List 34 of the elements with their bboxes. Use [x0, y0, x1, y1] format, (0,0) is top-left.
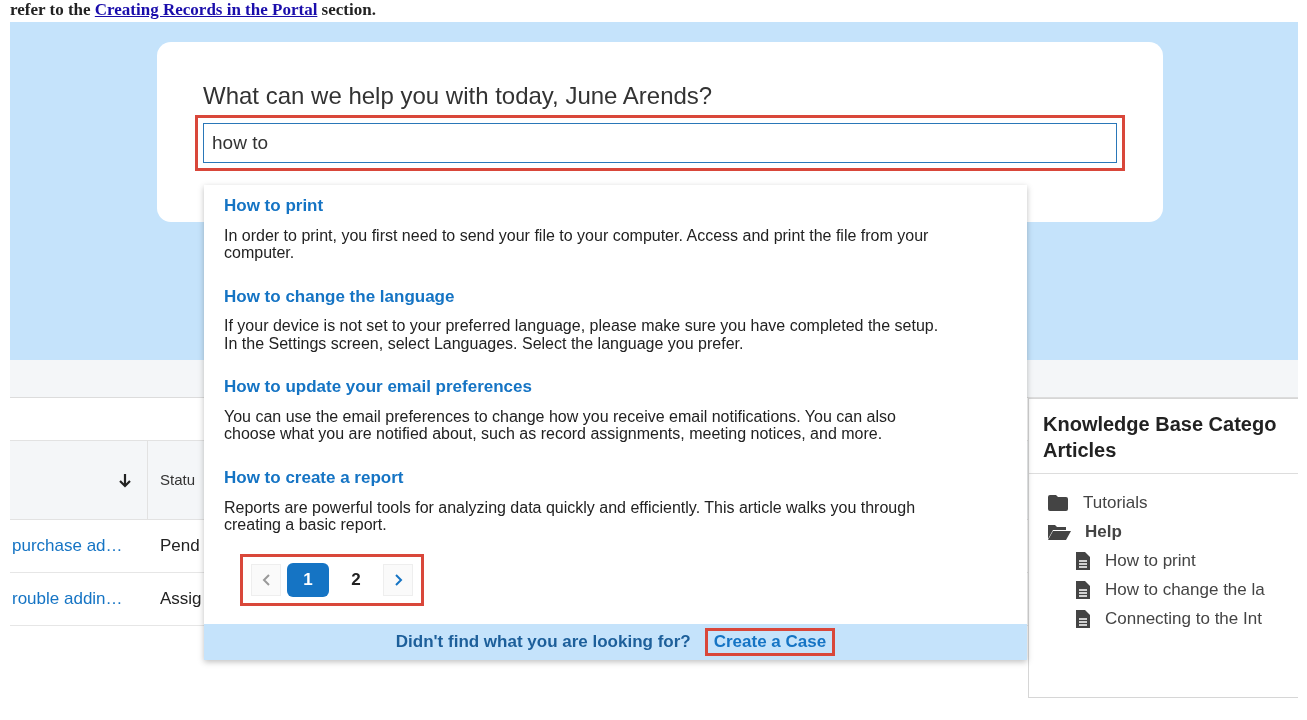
category-item[interactable]: Help [1085, 518, 1122, 545]
footer-question: Didn't find what you are looking for? [395, 631, 691, 653]
subject-link[interactable]: rouble addin… [12, 589, 123, 609]
result-title-link[interactable]: How to update your email preferences [224, 374, 1007, 400]
table-cell: Assig [160, 589, 202, 609]
create-case-link[interactable]: Create a Case [704, 627, 836, 656]
page-button[interactable]: 1 [287, 562, 329, 597]
panel-title: Knowledge Base Catego Articles [1029, 399, 1298, 474]
chevron-right-icon [392, 572, 404, 587]
result-snippet: Reports are powerful tools for analyzing data quickly and efficiently. This article walks you through creating a basic report. [224, 498, 917, 534]
article-link[interactable]: How to print [1105, 547, 1196, 574]
result-title-link[interactable]: How to create a report [224, 465, 1007, 491]
article-link[interactable]: How to change the la [1105, 576, 1265, 603]
article-link[interactable]: Connecting to the Int [1105, 605, 1262, 632]
chevron-left-icon [260, 572, 272, 587]
doc-paragraph: refer to the Creating Records in the Portal section. [10, 0, 376, 19]
document-icon [1075, 550, 1091, 571]
search-heading: What can we help you with today, June Arends? [203, 82, 714, 111]
result-snippet: You can use the email preferences to change how you receive email notifications. You can also choose what you are notified about, such as record assignments, meeting notices, and more. [224, 407, 897, 444]
result-title-link[interactable]: How to print [224, 193, 1007, 219]
folder-icon [1047, 522, 1071, 541]
subject-link[interactable]: purchase ad… [12, 536, 123, 556]
folder-icon [1047, 493, 1069, 512]
category-item[interactable]: Tutorials [1083, 489, 1148, 516]
document-icon [1075, 608, 1091, 629]
page-button[interactable]: 2 [335, 562, 377, 597]
table-cell: Pend [160, 536, 200, 556]
column-header[interactable]: Statu [160, 468, 196, 492]
result-title-link[interactable]: How to change the language [224, 283, 1007, 310]
result-snippet: In order to print, you first need to send your file to your computer. Access and print the file from your computer. [224, 226, 930, 262]
result-snippet: If your device is not set to your preferred language, please make sure you have completed the setup. In the Settings screen, select Languages. Select the language you prefer. [224, 317, 940, 353]
doc-link[interactable]: Creating Records in the Portal [94, 0, 318, 19]
document-icon [1075, 579, 1091, 600]
next-page-button[interactable] [383, 563, 413, 596]
